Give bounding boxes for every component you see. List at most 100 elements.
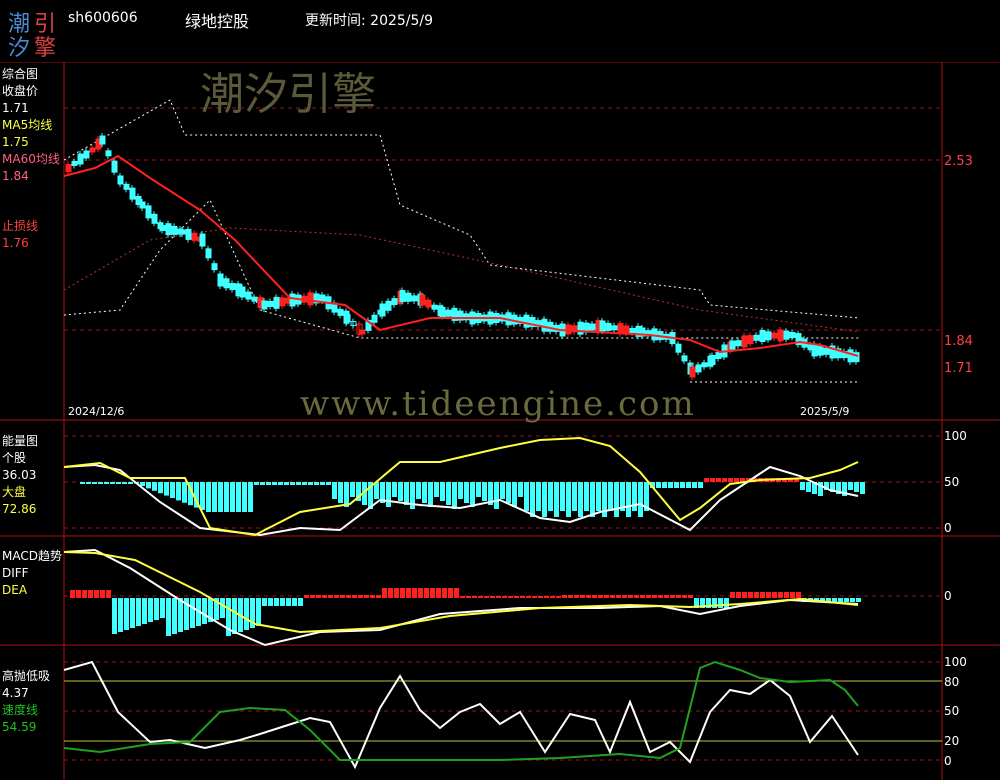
energy-bar (398, 482, 403, 501)
energy-bar (710, 478, 715, 482)
header-bar: 潮 汐 引 擎 sh600606 绿地控股 更新时间: 2025/5/9 (0, 0, 1000, 62)
candle (223, 278, 230, 289)
energy-bar (542, 482, 547, 517)
energy-bar (692, 482, 697, 488)
candle (359, 329, 366, 335)
ma5-label: MA5均线 (2, 118, 53, 132)
energy-bar (326, 482, 331, 485)
macd-bar (616, 595, 621, 598)
energy-bar (446, 482, 451, 505)
candle (729, 340, 736, 350)
energy-histogram (80, 478, 865, 517)
axis-energy-100: 100 (944, 429, 967, 443)
candle (239, 286, 246, 298)
macd-bar (442, 588, 447, 598)
candle (145, 205, 152, 219)
macd-bar (124, 598, 129, 630)
energy-bar (284, 482, 289, 485)
macd-bar (592, 595, 597, 598)
energy-bar (452, 482, 457, 509)
macd-bar (454, 588, 459, 598)
macd-bar (166, 598, 171, 636)
energy-bar (260, 482, 265, 485)
watermark-url: www.tideengine.com (300, 384, 696, 424)
candle (165, 223, 172, 236)
candle (747, 335, 754, 345)
candle (251, 296, 258, 302)
macd-bar (736, 592, 741, 598)
candle (715, 352, 722, 359)
axis-hilo-20: 20 (944, 734, 959, 748)
macd-bar (142, 598, 147, 624)
energy-bar (482, 482, 487, 501)
candle (681, 355, 688, 362)
macd-bar (472, 596, 477, 598)
macd-bar (688, 595, 693, 598)
macd-bar (154, 598, 159, 620)
energy-bar (614, 482, 619, 517)
macd-bar (232, 598, 237, 634)
macd-bar (502, 596, 507, 598)
candle (689, 366, 696, 378)
candle (267, 300, 274, 307)
macd-dea-label: DEA (2, 583, 28, 597)
energy-bar (416, 482, 421, 499)
macd-bar (544, 596, 549, 598)
macd-bar (76, 590, 81, 598)
macd-bar (112, 598, 117, 634)
axis-energy-0: 0 (944, 521, 952, 535)
energy-bar (302, 482, 307, 485)
macd-bar (856, 598, 861, 602)
energy-bar (686, 482, 691, 488)
energy-bar (266, 482, 271, 485)
candle (419, 294, 426, 306)
energy-bar (128, 482, 133, 484)
macd-bar (292, 598, 297, 606)
macd-bar (496, 596, 501, 598)
candle (379, 303, 386, 317)
energy-bar (680, 482, 685, 488)
candle (439, 307, 446, 317)
energy-bar (278, 482, 283, 485)
energy-bar (110, 482, 115, 484)
macd-bar (766, 592, 771, 598)
energy-bar (404, 482, 409, 505)
energy-bar (656, 482, 661, 488)
energy-bar (800, 482, 805, 490)
candle (811, 343, 818, 357)
macd-bar (382, 588, 387, 598)
candle (319, 294, 326, 302)
candle (83, 150, 90, 159)
macd-bar (850, 598, 855, 602)
axis-hilo-50: 50 (944, 704, 959, 718)
macd-bar (322, 595, 327, 598)
macd-bar (532, 596, 537, 598)
energy-bar (464, 482, 469, 503)
energy-bar (230, 482, 235, 512)
candle (783, 330, 790, 340)
macd-bar (172, 598, 177, 634)
macd-bar (634, 595, 639, 598)
energy-bar (704, 478, 709, 482)
macd-bar (160, 598, 165, 618)
macd-bar (796, 592, 801, 598)
macd-bar (430, 588, 435, 598)
candle (217, 273, 224, 287)
macd-bar (364, 595, 369, 598)
macd-bar (370, 595, 375, 598)
macd-bar (340, 595, 345, 598)
candle (431, 304, 438, 310)
stop-value: 1.76 (2, 236, 29, 250)
macd-bar (574, 595, 579, 598)
energy-bar (296, 482, 301, 485)
energy-bar (722, 478, 727, 482)
candle (179, 229, 186, 235)
energy-bar (86, 482, 91, 484)
candle (411, 295, 418, 302)
macd-bar (448, 588, 453, 598)
energy-bar (734, 478, 739, 482)
candle (759, 330, 766, 342)
candle (701, 362, 708, 368)
macd-bar (562, 595, 567, 598)
candle (589, 323, 596, 331)
